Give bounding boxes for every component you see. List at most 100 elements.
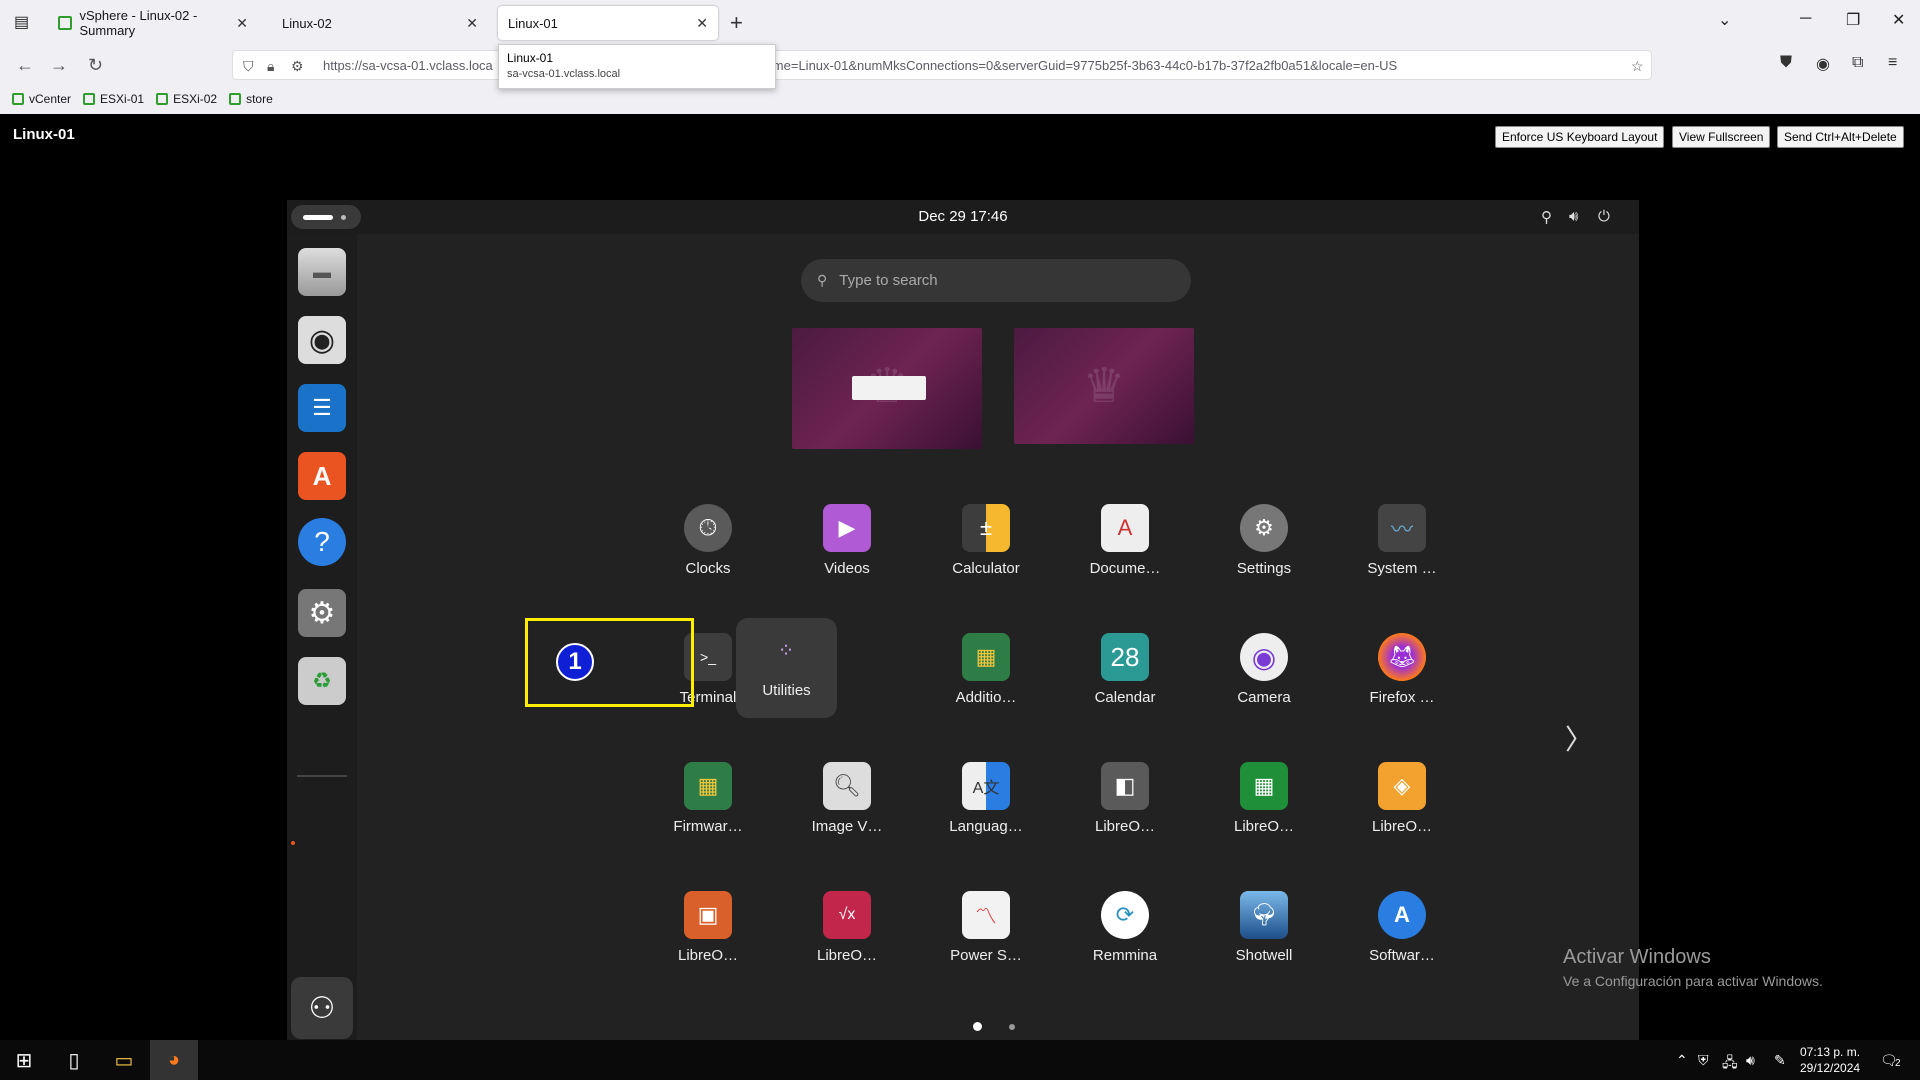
app-power-statistics[interactable]: 〽 Power S…	[926, 883, 1046, 983]
app-additional-drivers[interactable]: ▦ Additio…	[926, 625, 1046, 725]
app-videos[interactable]: ▶ Videos	[787, 496, 907, 596]
app-software[interactable]: A Softwar…	[1342, 883, 1462, 983]
restore-icon[interactable]: ❐	[1846, 10, 1860, 30]
star-icon[interactable]: ☆	[1631, 58, 1644, 75]
settings-icon[interactable]: ⚙	[298, 589, 346, 637]
tab-tooltip: Linux-01 sa-vcsa-01.vclass.local	[498, 44, 776, 89]
plus-icon[interactable]: +	[730, 10, 743, 36]
close-icon[interactable]: ✕	[466, 15, 478, 32]
account-icon[interactable]: ◉	[1816, 54, 1830, 74]
page-indicator-active[interactable]	[973, 1022, 982, 1031]
app-settings[interactable]: ⚙ Settings	[1204, 496, 1324, 596]
rhythmbox-icon[interactable]: ◉	[298, 316, 346, 364]
app-camera[interactable]: ◉ Camera	[1204, 625, 1324, 725]
permissions-icon[interactable]: ⚙	[291, 58, 304, 75]
windows-activation-watermark: Activar Windows Ve a Configuración para …	[1563, 946, 1823, 989]
app-center-icon[interactable]: A	[298, 452, 346, 500]
files-icon[interactable]: ▬	[298, 248, 346, 296]
app-libreoffice[interactable]: ◧ LibreO…	[1065, 754, 1185, 854]
view-fullscreen-button[interactable]: View Fullscreen	[1672, 126, 1771, 148]
workspace-thumbnail-2[interactable]: ♛	[1014, 328, 1194, 444]
url-bar[interactable]: ⛉ 🔒︎ ⚙ https://sa-vcsa-01.vclass.loca me…	[232, 50, 1652, 80]
folder-utilities[interactable]: ⁘ Utilities	[736, 618, 837, 718]
show-apps-button[interactable]: ⚇	[291, 977, 353, 1039]
vm-screen[interactable]: Dec 29 17:46 ⚲ 🔊︎ ⏻ ▬ ◉ ☰ A ? ⚙ ♻ ⚇ ⚲ Ty…	[287, 200, 1639, 1043]
shield-icon[interactable]: ⛉	[243, 58, 254, 75]
tab-list-icon[interactable]: ▤	[14, 12, 29, 32]
volume-tray-icon[interactable]: 🔊︎	[1746, 1052, 1755, 1069]
app-libreoffice-draw[interactable]: ◈ LibreO…	[1342, 754, 1462, 854]
app-firmware-updater[interactable]: ▦ Firmwar…	[648, 754, 768, 854]
tab-label: Linux-01	[508, 15, 558, 31]
enforce-keyboard-button[interactable]: Enforce US Keyboard Layout	[1495, 126, 1665, 148]
app-firefox[interactable]: 🦊︎ Firefox …	[1342, 625, 1462, 725]
chevron-down-icon[interactable]: ⌄	[1718, 10, 1731, 30]
network-icon[interactable]: ⚲	[1541, 208, 1552, 226]
bookmark-esxi-01[interactable]: ESXi-01	[83, 92, 144, 106]
bookmarks-bar: vCenter ESXi-01 ESXi-02 store	[0, 86, 1920, 112]
app-language-support[interactable]: A文 Languag…	[926, 754, 1046, 854]
libreoffice-writer-icon[interactable]: ☰	[298, 384, 346, 432]
calendar-icon: 28	[1101, 633, 1149, 681]
app-calculator[interactable]: ± Calculator	[926, 496, 1046, 596]
app-label: Docume…	[1089, 560, 1161, 577]
app-system-monitor[interactable]: 〰 System …	[1342, 496, 1462, 596]
bookmark-vcenter[interactable]: vCenter	[12, 92, 71, 106]
back-icon[interactable]: ←	[16, 55, 34, 76]
tab-label: Linux-02	[282, 15, 332, 31]
pocket-icon[interactable]: ⛊	[1780, 54, 1792, 72]
windows-start-icon[interactable]: ⊞	[0, 1040, 48, 1080]
app-libreoffice-impress[interactable]: ▣ LibreO…	[648, 883, 768, 983]
ubuntu-wallpaper: ♛	[1082, 360, 1126, 413]
help-icon[interactable]: ?	[298, 518, 346, 566]
file-icon[interactable]: ▯	[50, 1040, 98, 1080]
tab-linux-02[interactable]: Linux-02 ✕	[272, 6, 488, 40]
bookmark-label: store	[246, 92, 273, 106]
lock-icon[interactable]: 🔒︎	[267, 58, 274, 75]
app-image-viewer[interactable]: 🔍︎ Image V…	[787, 754, 907, 854]
bookmark-store[interactable]: store	[229, 92, 273, 106]
pen-icon[interactable]: ✎	[1774, 1052, 1786, 1069]
windows-taskbar: ⊞ ▯ ▭ ◕ ⌃ ⛨ 🖧 🔊︎ ✎ 07:13 p. m. 29/12/202…	[0, 1040, 1920, 1080]
app-libreoffice-math[interactable]: √x LibreO…	[787, 883, 907, 983]
chevron-right-icon[interactable]: 〉	[1565, 718, 1593, 758]
file-explorer-icon[interactable]: ▭	[100, 1040, 148, 1080]
forward-icon[interactable]: →	[50, 55, 68, 76]
app-remmina[interactable]: ⟳ Remmina	[1065, 883, 1185, 983]
app-label: Firmwar…	[673, 818, 743, 835]
extensions-icon[interactable]: ⧉	[1852, 54, 1863, 72]
tab-linux-01[interactable]: Linux-01 ✕	[498, 6, 718, 40]
menu-icon[interactable]: ≡	[1888, 54, 1897, 72]
firefox-taskbar-icon[interactable]: ◕	[150, 1040, 198, 1080]
app-libreoffice-calc[interactable]: ▦ LibreO…	[1204, 754, 1324, 854]
app-label: Settings	[1236, 560, 1292, 577]
search-input[interactable]: ⚲ Type to search	[801, 259, 1191, 302]
image-viewer-icon: 🔍︎	[823, 762, 871, 810]
vsphere-icon	[229, 93, 242, 105]
date-time[interactable]: Dec 29 17:46	[287, 208, 1639, 225]
tab-vsphere-summary[interactable]: vSphere - Linux-02 - Summary ✕	[48, 6, 258, 40]
security-icon[interactable]: ⛨	[1698, 1052, 1709, 1069]
app-document-viewer[interactable]: A Docume…	[1065, 496, 1185, 596]
reload-icon[interactable]: ↻	[88, 55, 103, 76]
close-icon[interactable]: ✕	[696, 15, 708, 32]
send-cad-button[interactable]: Send Ctrl+Alt+Delete	[1777, 126, 1904, 148]
network-tray-icon[interactable]: 🖧	[1722, 1052, 1738, 1076]
libreoffice-calc-icon: ▦	[1240, 762, 1288, 810]
app-clocks[interactable]: 🕓︎ Clocks	[648, 496, 768, 596]
system-clock[interactable]: 07:13 p. m. 29/12/2024	[1800, 1044, 1860, 1076]
app-calendar[interactable]: 28 Calendar	[1065, 625, 1185, 725]
page-indicator[interactable]	[1009, 1024, 1015, 1030]
power-icon[interactable]: ⏻	[1598, 208, 1610, 225]
app-label: LibreO…	[677, 947, 739, 964]
libreoffice-icon: ◧	[1101, 762, 1149, 810]
minimize-icon[interactable]: ─	[1800, 10, 1811, 28]
workspace-thumbnail-1[interactable]: ♛	[792, 328, 982, 449]
close-icon[interactable]: ✕	[236, 15, 248, 32]
chevron-up-icon[interactable]: ⌃	[1676, 1052, 1688, 1069]
trash-icon[interactable]: ♻	[298, 657, 346, 705]
app-shotwell[interactable]: 🌳︎ Shotwell	[1204, 883, 1324, 983]
volume-icon[interactable]: 🔊︎	[1569, 208, 1578, 225]
close-window-icon[interactable]: ✕	[1892, 10, 1905, 30]
bookmark-esxi-02[interactable]: ESXi-02	[156, 92, 217, 106]
